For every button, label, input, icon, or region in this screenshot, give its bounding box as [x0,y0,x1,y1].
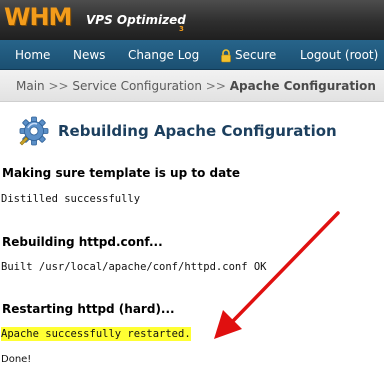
nav-secure-link[interactable]: Secure [235,48,276,62]
breadcrumb-separator: >> [205,79,226,93]
breadcrumb-current: Apache Configuration [229,79,376,93]
page-title: Rebuilding Apache Configuration [58,122,337,140]
breadcrumb-section-link[interactable]: Service Configuration [72,79,202,93]
restart-status-line: Apache successfully restarted. [1,327,191,341]
logo-subtitle: VPS Optimized [86,13,186,27]
step-heading: Rebuilding httpd.conf... [2,235,163,249]
whm-logo[interactable]: WHM [4,3,72,31]
nav-home-link[interactable]: Home [15,48,50,62]
success-highlight: Apache successfully restarted. [1,327,191,341]
top-navigation: Home News Change Log Secure Logout (root… [0,40,384,70]
lock-icon[interactable] [220,49,232,63]
logo-version: 3 [179,25,184,33]
step-output: Distilled successfully [1,193,141,205]
step-output: Built /usr/local/apache/conf/httpd.conf … [1,261,267,273]
nav-changelog-link[interactable]: Change Log [128,48,199,62]
nav-logout-link[interactable]: Logout (root) [300,48,378,62]
breadcrumb-bar: Main >> Service Configuration >> Apache … [0,70,384,102]
breadcrumb: Main >> Service Configuration >> Apache … [16,79,376,93]
step-heading: Restarting httpd (hard)... [2,302,175,316]
gear-icon [19,116,49,146]
breadcrumb-separator: >> [48,79,69,93]
done-text: Done! [1,354,32,365]
header-bar: WHM VPS Optimized 3 [0,0,384,40]
nav-news-link[interactable]: News [73,48,105,62]
step-heading: Making sure template is up to date [2,166,241,180]
breadcrumb-main-link[interactable]: Main [16,79,45,93]
